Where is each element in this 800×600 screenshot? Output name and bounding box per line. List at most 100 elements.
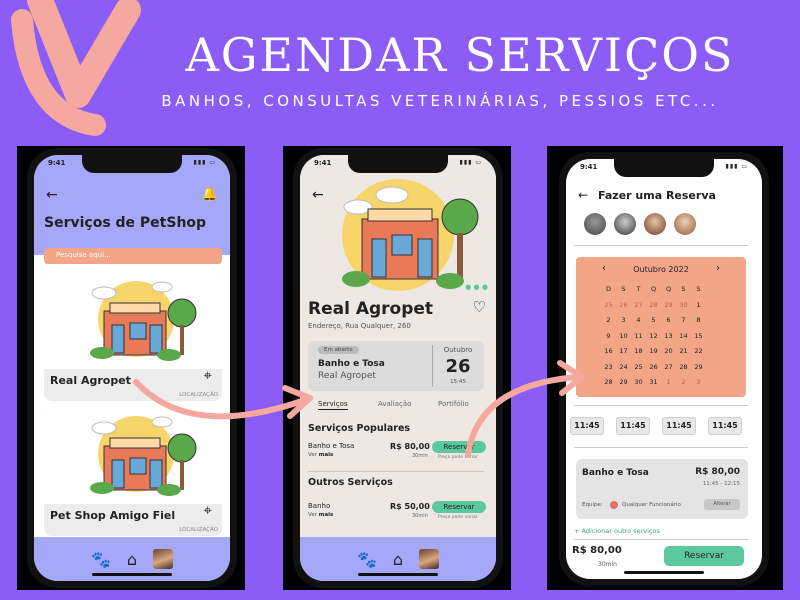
- paw-icon[interactable]: 🐾: [91, 550, 111, 569]
- calendar-day[interactable]: 30: [676, 301, 691, 317]
- service-duration: 30min: [412, 513, 428, 519]
- staff-avatar[interactable]: [584, 213, 606, 235]
- calendar-day[interactable]: 21: [676, 347, 691, 363]
- status-time: 9:41: [48, 159, 66, 167]
- calendar-day[interactable]: 11: [631, 332, 646, 348]
- calendar-day[interactable]: 13: [661, 332, 676, 348]
- back-arrow-icon[interactable]: ←: [578, 188, 588, 202]
- weekday-label: Q: [665, 285, 672, 293]
- calendar-day[interactable]: 2: [601, 316, 616, 332]
- decorative-arrow-icon: [11, 0, 141, 136]
- see-more-link[interactable]: Ver mais: [308, 512, 333, 518]
- home-icon[interactable]: ⌂: [127, 550, 137, 569]
- phone-notch: [348, 155, 448, 173]
- calendar-day[interactable]: 16: [601, 347, 616, 363]
- staff-avatar[interactable]: [644, 213, 666, 235]
- weekday-label: Q: [650, 285, 657, 293]
- reserve-button[interactable]: Reservar: [664, 546, 744, 566]
- phone-screen: 9:41 ▮▮▮ ▭ ← Fazer uma Reserva ‹ Outubro…: [566, 159, 762, 579]
- back-arrow-icon[interactable]: ←: [312, 187, 324, 203]
- profile-avatar[interactable]: [419, 549, 440, 569]
- calendar-day[interactable]: 5: [646, 316, 661, 332]
- divider: [574, 539, 748, 540]
- reserve-button[interactable]: Reservar: [432, 501, 486, 513]
- staff-name: Qualquer Funcionário: [622, 502, 681, 508]
- service-duration: 30min: [412, 453, 428, 459]
- calendar-day[interactable]: 28: [646, 301, 661, 317]
- calendar-day[interactable]: 8: [691, 316, 706, 332]
- calendar-day[interactable]: 9: [601, 332, 616, 348]
- calendar-day[interactable]: 10: [616, 332, 631, 348]
- status-time: 9:41: [580, 163, 598, 171]
- staff-avatar[interactable]: [614, 213, 636, 235]
- profile-avatar[interactable]: [153, 549, 174, 569]
- calendar-day[interactable]: 29: [691, 363, 706, 379]
- back-arrow-icon[interactable]: ←: [46, 187, 58, 203]
- screen-title: Fazer uma Reserva: [598, 189, 716, 202]
- calendar-day[interactable]: 28: [601, 378, 616, 394]
- calendar-day[interactable]: 19: [646, 347, 661, 363]
- calendar-day[interactable]: 30: [631, 378, 646, 394]
- add-service-link[interactable]: + Adicionar outro serviços: [574, 527, 660, 535]
- calendar-day[interactable]: 27: [631, 301, 646, 317]
- carousel-dots: ● ● ●: [465, 283, 488, 291]
- calendar-day[interactable]: 18: [631, 347, 646, 363]
- home-indicator: [358, 573, 438, 576]
- calendar-day[interactable]: 29: [661, 301, 676, 317]
- calendar-day[interactable]: 26: [646, 363, 661, 379]
- calendar-day[interactable]: 23: [601, 363, 616, 379]
- heart-icon[interactable]: ♡: [473, 298, 486, 316]
- divider: [308, 471, 484, 472]
- tab-avaliacao[interactable]: Avaliação: [378, 400, 411, 408]
- divider: [574, 405, 748, 406]
- booking-month: Outubro: [443, 346, 473, 354]
- calendar-day[interactable]: 25: [601, 301, 616, 317]
- time-slot[interactable]: 11:45: [616, 417, 650, 435]
- change-staff-button[interactable]: Alterar: [704, 499, 740, 510]
- bell-icon[interactable]: 🔔: [202, 187, 218, 202]
- calendar-day[interactable]: 27: [661, 363, 676, 379]
- home-icon[interactable]: ⌂: [393, 550, 403, 569]
- team-label: Equipe:: [582, 502, 603, 508]
- search-input[interactable]: Pesquise aqui...: [44, 248, 222, 264]
- home-indicator: [92, 573, 172, 576]
- chevron-right-icon[interactable]: ›: [716, 263, 720, 274]
- shop-address: Endereço, Rua Qualquer, 260: [308, 322, 411, 330]
- location-pin-icon[interactable]: ⌖: [204, 501, 212, 519]
- calendar-day[interactable]: 29: [616, 378, 631, 394]
- service-row: Banho Ver mais R$ 50,00 30min Reservar P…: [308, 499, 486, 525]
- calendar-day[interactable]: 17: [616, 347, 631, 363]
- calendar-day[interactable]: 24: [616, 363, 631, 379]
- tab-servicos[interactable]: Serviços: [318, 400, 348, 410]
- time-slot[interactable]: 11:45: [708, 417, 742, 435]
- calendar-grid: D S T Q Q S S 25 26 27 28 29 30 1 2 3 4 5 6 7 8 9 10 11 12 13 14 15…: [601, 285, 706, 394]
- screen-panel-petshop-list: 9:41 ▮▮▮ ▭ ← 🔔 Serviços de PetShop Pesqu…: [17, 146, 245, 590]
- calendar-day[interactable]: 28: [676, 363, 691, 379]
- calendar-day[interactable]: 20: [661, 347, 676, 363]
- calendar-day[interactable]: 1: [691, 301, 706, 317]
- calendar-day[interactable]: 4: [631, 316, 646, 332]
- calendar-day[interactable]: 22: [691, 347, 706, 363]
- calendar-day[interactable]: 12: [646, 332, 661, 348]
- shop-illustration: [44, 273, 222, 369]
- calendar-day[interactable]: 3: [616, 316, 631, 332]
- see-more-link[interactable]: Ver mais: [308, 452, 333, 458]
- calendar-day[interactable]: 15: [691, 332, 706, 348]
- calendar-day[interactable]: 3: [691, 378, 706, 394]
- time-slot[interactable]: 11:45: [662, 417, 696, 435]
- phone-notch: [82, 155, 182, 173]
- calendar-day[interactable]: 6: [661, 316, 676, 332]
- calendar: ‹ Outubro 2022 › D S T Q Q S S 25 26 27 28 29 30 1 2 3 4…: [576, 257, 746, 397]
- calendar-day[interactable]: 1: [661, 378, 676, 394]
- calendar-day[interactable]: 7: [676, 316, 691, 332]
- staff-avatar[interactable]: [674, 213, 696, 235]
- paw-icon[interactable]: 🐾: [357, 550, 377, 569]
- phone-notch: [614, 159, 714, 177]
- calendar-day[interactable]: 14: [676, 332, 691, 348]
- calendar-day[interactable]: 31: [646, 378, 661, 394]
- shop-name: Pet Shop Amigo Fiel: [50, 509, 176, 522]
- booking-service: Banho e Tosa: [318, 359, 385, 369]
- calendar-day[interactable]: 2: [676, 378, 691, 394]
- calendar-day[interactable]: 26: [616, 301, 631, 317]
- calendar-day[interactable]: 25: [631, 363, 646, 379]
